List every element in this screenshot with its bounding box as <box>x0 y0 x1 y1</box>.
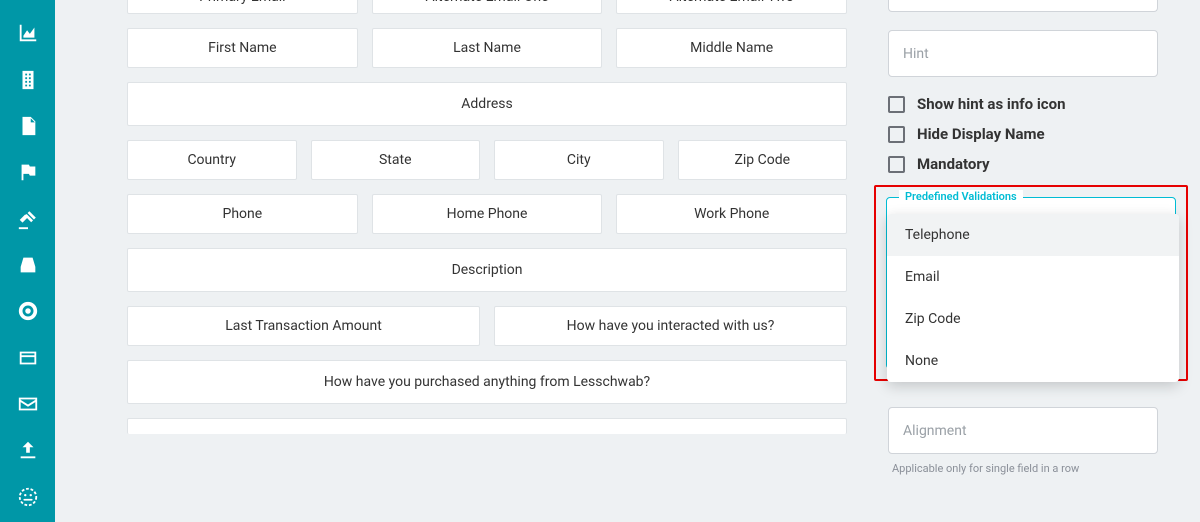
field-label: Address <box>461 96 512 112</box>
form-builder-canvas: Primary Email Alternate Email One Altern… <box>55 0 880 522</box>
nav-lifebuoy[interactable] <box>0 290 55 336</box>
nav-drive[interactable] <box>0 244 55 290</box>
field-label: Description <box>452 262 523 278</box>
nav-flag[interactable] <box>0 151 55 197</box>
dropdown-option-none[interactable]: None <box>887 340 1179 382</box>
building-icon <box>17 69 39 95</box>
nav-envelope[interactable] <box>0 383 55 429</box>
gavel-icon <box>17 208 39 234</box>
field-label: City <box>567 152 591 168</box>
field-last-name[interactable]: Last Name <box>372 28 603 68</box>
field-label: Country <box>187 152 236 168</box>
meh-icon <box>17 486 39 512</box>
field-label: Zip Code <box>734 152 790 168</box>
field-label: Middle Name <box>690 40 773 56</box>
field-primary-email[interactable]: Primary Email <box>127 0 358 14</box>
field-label: How have you purchased anything from Les… <box>324 374 650 390</box>
option-label: Zip Code <box>905 311 961 327</box>
dropdown-option-telephone[interactable]: Telephone <box>887 214 1179 256</box>
option-label: Email <box>905 269 940 285</box>
flag-icon <box>17 161 39 187</box>
field-first-name[interactable]: First Name <box>127 28 358 68</box>
field-label: Last Name <box>453 40 521 56</box>
drive-icon <box>17 254 39 280</box>
nav-chart[interactable] <box>0 12 55 58</box>
sidebar-nav <box>0 0 55 522</box>
field-label: State <box>379 152 412 168</box>
option-label: None <box>905 353 938 369</box>
field-interacted[interactable]: How have you interacted with us? <box>494 306 847 346</box>
field-alt-email-one[interactable]: Alternate Email One <box>372 0 603 14</box>
field-country[interactable]: Country <box>127 140 297 180</box>
field-label: Work Phone <box>694 206 769 222</box>
nav-upload[interactable] <box>0 429 55 475</box>
hint-placeholder: Hint <box>903 46 929 62</box>
option-label: Telephone <box>905 227 970 243</box>
lifebuoy-icon <box>17 300 39 326</box>
field-middle-name[interactable]: Middle Name <box>616 28 847 68</box>
field-state[interactable]: State <box>311 140 481 180</box>
card-icon <box>17 347 39 373</box>
field-label: Home Phone <box>447 206 528 222</box>
envelope-icon <box>17 393 39 419</box>
nav-building[interactable] <box>0 58 55 104</box>
field-last-transaction[interactable]: Last Transaction Amount <box>127 306 480 346</box>
field-label: Phone <box>222 206 262 222</box>
checkbox-icon <box>888 126 905 143</box>
field-label: Last Transaction Amount <box>225 318 382 334</box>
field-purchased-from[interactable]: How have you purchased anything from Les… <box>127 360 847 404</box>
field-label: Alternate Email One <box>425 0 548 5</box>
dropdown-option-zip[interactable]: Zip Code <box>887 298 1179 340</box>
upload-icon <box>17 439 39 465</box>
document-icon <box>17 115 39 141</box>
checkbox-hide-display-name[interactable]: Hide Display Name <box>888 125 1158 143</box>
dropdown-option-email[interactable]: Email <box>887 256 1179 298</box>
hint-input[interactable]: Hint <box>888 30 1158 77</box>
nav-card[interactable] <box>0 337 55 383</box>
field-label: How have you interacted with us? <box>567 318 775 334</box>
alignment-placeholder: Alignment <box>903 423 967 439</box>
checkbox-label: Hide Display Name <box>917 125 1045 143</box>
checkbox-show-hint-icon[interactable]: Show hint as info icon <box>888 95 1158 113</box>
chart-icon <box>17 22 39 48</box>
field-address[interactable]: Address <box>127 82 847 126</box>
checkbox-mandatory[interactable]: Mandatory <box>888 155 1158 173</box>
dropdown-menu: Telephone Email Zip Code None <box>887 214 1179 382</box>
field-city[interactable]: City <box>494 140 664 180</box>
checkbox-icon <box>888 156 905 173</box>
field-work-phone[interactable]: Work Phone <box>616 194 847 234</box>
dropdown-legend: Predefined Validations <box>899 190 1023 203</box>
nav-document[interactable] <box>0 105 55 151</box>
properties-panel: Hint Show hint as info icon Hide Display… <box>880 0 1200 522</box>
nav-gavel[interactable] <box>0 197 55 243</box>
alignment-help-text: Applicable only for single field in a ro… <box>888 462 1158 475</box>
field-phone[interactable]: Phone <box>127 194 358 234</box>
field-home-phone[interactable]: Home Phone <box>372 194 603 234</box>
alignment-select[interactable]: Alignment <box>888 407 1158 454</box>
field-description[interactable]: Description <box>127 248 847 292</box>
field-alt-email-two[interactable]: Alternate Email Two <box>616 0 847 14</box>
field-label: Alternate Email Two <box>669 0 793 5</box>
field-label: Primary Email <box>199 0 286 5</box>
predefined-validations-select[interactable]: Predefined Validations Telephone Email Z… <box>886 197 1176 369</box>
checkbox-label: Mandatory <box>917 155 990 173</box>
checkbox-label: Show hint as info icon <box>917 95 1066 113</box>
input-above-partial[interactable] <box>888 0 1158 12</box>
field-label: First Name <box>208 40 276 56</box>
checkbox-icon <box>888 96 905 113</box>
predefined-validations-highlight: Predefined Validations Telephone Email Z… <box>874 185 1188 381</box>
field-zip-code[interactable]: Zip Code <box>678 140 848 180</box>
field-next-partial[interactable] <box>127 418 847 434</box>
nav-meh[interactable] <box>0 476 55 522</box>
